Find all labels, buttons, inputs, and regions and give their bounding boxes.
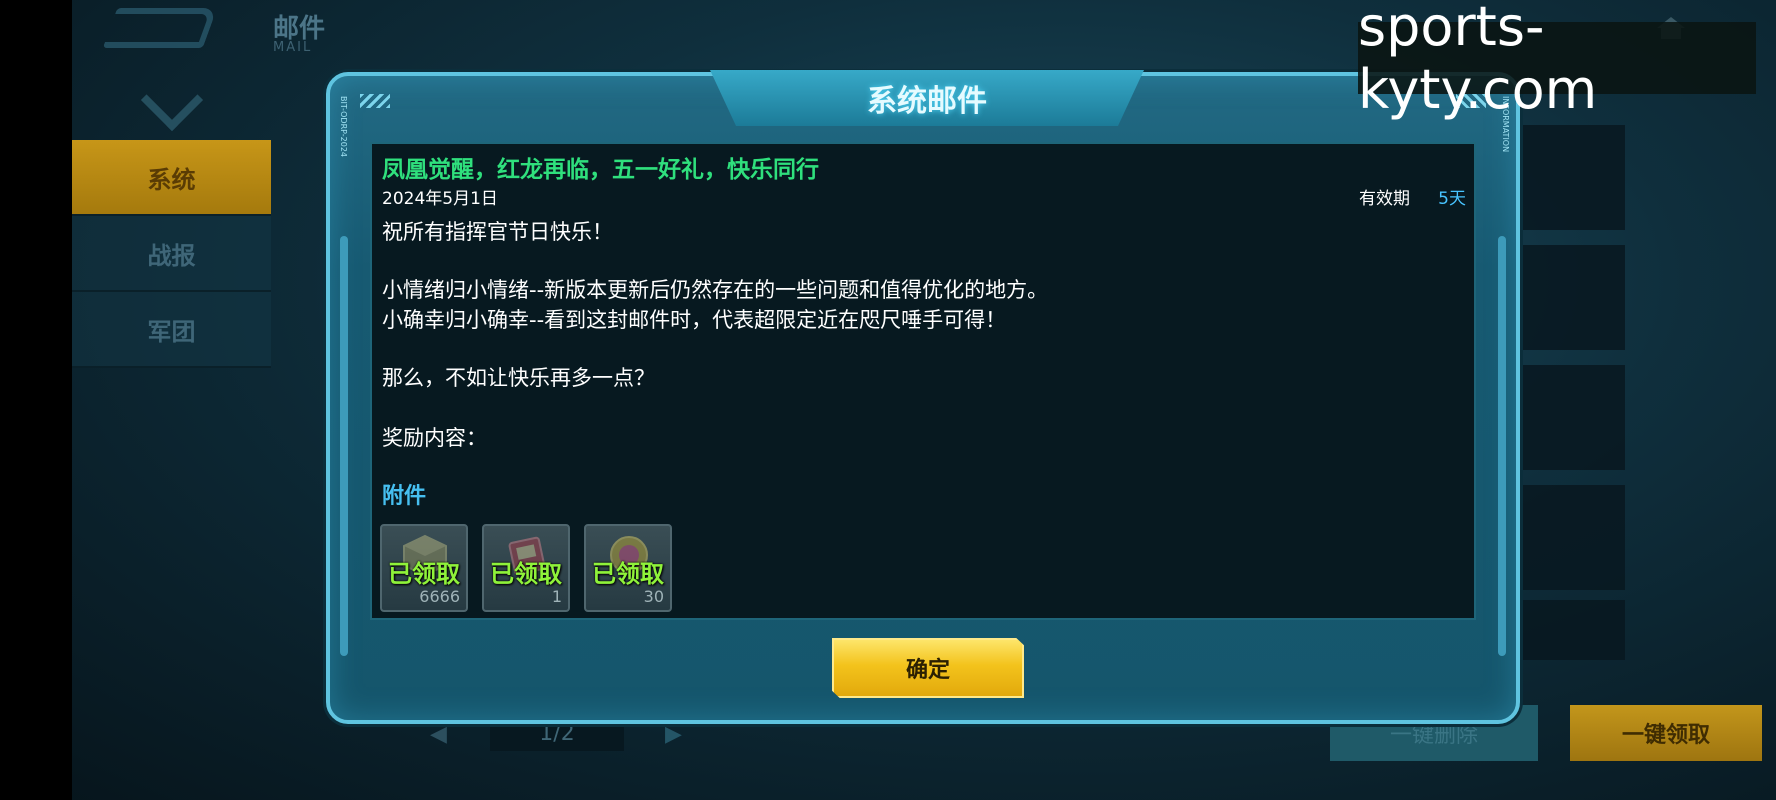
mail-body-line: 祝所有指挥官节日快乐！: [382, 220, 613, 244]
decor-stripe-icon: [360, 94, 390, 108]
sidebar: 系统 战报 军团: [72, 140, 271, 368]
mail-body-line: 奖励内容：: [382, 426, 487, 450]
sidebar-item-system[interactable]: 系统: [72, 140, 271, 216]
next-page-icon[interactable]: ▶: [665, 722, 682, 747]
confirm-button[interactable]: 确定: [832, 638, 1024, 698]
mail-list-slot: [1520, 485, 1625, 590]
game-screen: 邮件 MAIL 系统 战报 军团 ◀ 1/2 ▶ 一键删除 一键领取 系统邮件 …: [0, 0, 1776, 800]
claimed-status: 已领取: [388, 560, 460, 588]
attachments-label: 附件: [382, 484, 427, 509]
sidebar-item-battle-report[interactable]: 战报: [72, 216, 271, 292]
watermark: sports-kyty.com: [1358, 0, 1756, 121]
claim-all-button[interactable]: 一键领取: [1570, 705, 1762, 761]
attachment-count: 30: [643, 587, 664, 606]
page-subtitle: MAIL: [273, 40, 313, 55]
chevron-down-icon: [140, 68, 204, 132]
sidebar-item-legion[interactable]: 军团: [72, 292, 271, 368]
screen-edge: [0, 0, 72, 800]
attachment-count: 6666: [419, 587, 460, 606]
system-mail-dialog: 系统邮件 BIT-ODRP-2024 INFORMATION 凤凰觉醒，红龙再临…: [326, 70, 1520, 724]
mail-body-line: 小确幸归小确幸--看到这封邮件时，代表超限定近在咫尺唾手可得！: [382, 308, 1007, 332]
mail-list-slot: [1520, 600, 1625, 660]
attachment-item[interactable]: 已领取 1: [482, 524, 570, 612]
back-logo-icon[interactable]: [102, 8, 218, 48]
left-rail: [340, 236, 348, 656]
claimed-status: 已领取: [592, 560, 664, 588]
side-label-left: BIT-ODRP-2024: [339, 96, 348, 158]
attachment-item[interactable]: 已领取 30: [584, 524, 672, 612]
mail-subject: 凤凰觉醒，红龙再临，五一好礼，快乐同行: [382, 157, 819, 183]
claimed-status: 已领取: [490, 560, 562, 588]
mail-body-line: 那么，不如让快乐再多一点？: [382, 366, 655, 390]
mail-body-line: 小情绪归小情绪--新版本更新后仍然存在的一些问题和值得优化的地方。: [382, 278, 1049, 302]
attachment-count: 1: [551, 587, 562, 606]
dialog-titlebar: 系统邮件: [710, 70, 1144, 126]
mail-list-slot: [1520, 365, 1625, 470]
dialog-title: 系统邮件: [867, 84, 987, 119]
validity-value: 5天: [1438, 189, 1466, 209]
mail-content: 凤凰觉醒，红龙再临，五一好礼，快乐同行 2024年5月1日 有效期 5天 祝所有…: [370, 142, 1476, 620]
right-rail: [1498, 236, 1506, 656]
mail-list-slot: [1520, 245, 1625, 350]
attachment-item[interactable]: 已领取 6666: [380, 524, 468, 612]
mail-date: 2024年5月1日: [382, 189, 498, 209]
prev-page-icon[interactable]: ◀: [430, 722, 447, 747]
mail-list-slot: [1520, 125, 1625, 230]
validity-label: 有效期: [1359, 189, 1410, 209]
